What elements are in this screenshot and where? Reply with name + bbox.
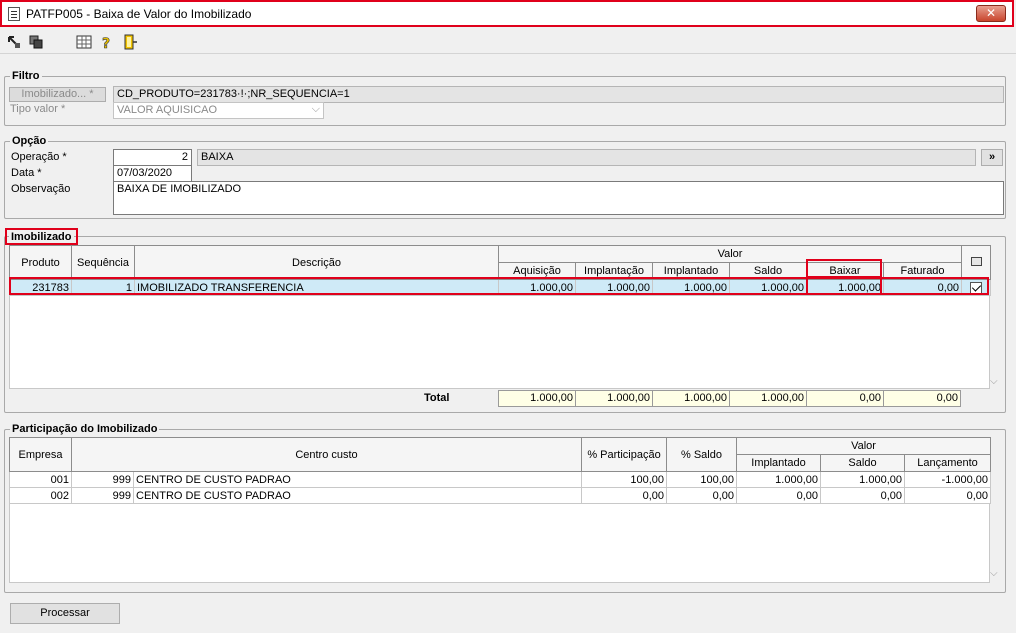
window-title: PATFP005 - Baixa de Valor do Imobilizado	[26, 7, 252, 21]
col-produto[interactable]: Produto	[9, 245, 72, 280]
operacao-code-field[interactable]: 2	[113, 149, 192, 166]
total-implantado: 1.000,00	[652, 390, 730, 407]
col-centro-custo[interactable]: Centro custo	[71, 437, 582, 472]
cell-descricao[interactable]: IMOBILIZADO TRANSFERENCIA	[134, 279, 499, 296]
col-empresa[interactable]: Empresa	[9, 437, 72, 472]
col-baixar[interactable]: Baixar	[806, 262, 884, 280]
cell-produto[interactable]: 231783	[9, 279, 72, 296]
cell-participacao[interactable]: 0,00	[581, 487, 667, 504]
cell-implantado[interactable]: 1.000,00	[652, 279, 730, 296]
chevron-down-icon: ⌵	[311, 103, 320, 115]
opcao-label: Opção	[10, 134, 49, 148]
window-title-bar: PATFP005 - Baixa de Valor do Imobilizado…	[0, 0, 1014, 27]
arrow-icon[interactable]	[6, 34, 22, 50]
col-sequencia[interactable]: Sequência	[71, 245, 135, 280]
cell-implantado[interactable]: 0,00	[736, 487, 821, 504]
imobilizado-button[interactable]: Imobilizado... *	[9, 87, 106, 102]
row-checkbox[interactable]	[970, 281, 983, 294]
col-select[interactable]	[961, 245, 992, 280]
col-lancamento[interactable]: Lançamento	[903, 454, 992, 472]
imobilizado-filter-field[interactable]: CD_PRODUTO=231783·!·;NR_SEQUENCIA=1	[113, 86, 1004, 103]
cell-cc-desc[interactable]: CENTRO DE CUSTO PADRAO	[133, 487, 582, 504]
table-row[interactable]: 231783 1 IMOBILIZADO TRANSFERENCIA 1.000…	[9, 279, 992, 296]
cell-lancamento[interactable]: 0,00	[903, 487, 992, 504]
tipo-valor-label: Tipo valor *	[10, 103, 66, 115]
col-implantado[interactable]: Implantado	[652, 262, 730, 280]
col-implantacao[interactable]: Implantação	[575, 262, 653, 280]
participacao-label: Participação do Imobilizado	[10, 422, 160, 436]
total-baixar: 0,00	[806, 390, 884, 407]
table-row[interactable]: 002 999 CENTRO DE CUSTO PADRAO 0,00 0,00…	[9, 487, 992, 504]
cell-participacao[interactable]: 100,00	[581, 471, 667, 488]
operacao-lookup-button[interactable]: »	[981, 149, 1003, 166]
observacao-textarea[interactable]: BAIXA DE IMOBILIZADO	[113, 181, 1004, 215]
total-label: Total	[424, 392, 450, 404]
col-saldo[interactable]: Saldo	[729, 262, 807, 280]
cell-implantacao[interactable]: 1.000,00	[575, 279, 653, 296]
col-group-valor: Valor	[497, 245, 963, 263]
imobilizado-grid: Produto Sequência Descrição Valor Aquisi…	[9, 245, 992, 296]
cell-select[interactable]	[961, 279, 992, 296]
copy-icon[interactable]	[28, 34, 44, 50]
col-group-valor-2: Valor	[735, 437, 992, 455]
data-label: Data *	[11, 167, 42, 179]
col-saldo-2[interactable]: Saldo	[820, 454, 905, 472]
total-faturado: 0,00	[883, 390, 961, 407]
total-aquisicao: 1.000,00	[498, 390, 576, 407]
cell-sequencia[interactable]: 1	[71, 279, 135, 296]
cell-saldo[interactable]: 0,00	[820, 487, 905, 504]
participacao-grid: Empresa Centro custo % Participação % Sa…	[9, 437, 992, 504]
cell-baixar[interactable]: 1.000,00	[806, 279, 884, 296]
cell-cc-code[interactable]: 999	[71, 471, 134, 488]
cell-cc-desc[interactable]: CENTRO DE CUSTO PADRAO	[133, 471, 582, 488]
tipo-valor-select[interactable]: VALOR AQUISICAO ⌵	[113, 102, 324, 119]
cell-faturado[interactable]: 0,00	[882, 279, 963, 296]
col-aquisicao[interactable]: Aquisição	[498, 262, 576, 280]
exit-icon[interactable]	[122, 34, 138, 50]
scroll-down-icon[interactable]: ⌵	[990, 376, 998, 387]
cell-lancamento[interactable]: -1.000,00	[903, 471, 992, 488]
col-saldo-pct[interactable]: % Saldo	[666, 437, 737, 472]
svg-text:?: ?	[102, 36, 110, 50]
help-icon[interactable]: ?	[98, 34, 114, 50]
document-icon	[8, 7, 20, 21]
select-all-icon[interactable]	[970, 256, 982, 266]
col-descricao[interactable]: Descrição	[134, 245, 499, 280]
col-faturado[interactable]: Faturado	[882, 262, 963, 280]
toolbar: ?	[0, 28, 1016, 54]
scroll-down-icon[interactable]: ⌵	[990, 568, 998, 579]
imobilizado-label: Imobilizado	[9, 231, 74, 243]
cell-implantado[interactable]: 1.000,00	[736, 471, 821, 488]
tipo-valor-value: VALOR AQUISICAO	[117, 104, 218, 116]
cell-cc-code[interactable]: 999	[71, 487, 134, 504]
cell-saldo-pct[interactable]: 0,00	[666, 487, 737, 504]
filtro-label: Filtro	[10, 69, 42, 83]
total-saldo: 1.000,00	[729, 390, 807, 407]
close-button[interactable]: ✕	[976, 5, 1006, 22]
observacao-label: Observação	[11, 183, 71, 195]
cell-saldo-pct[interactable]: 100,00	[666, 471, 737, 488]
table-row[interactable]: 001 999 CENTRO DE CUSTO PADRAO 100,00 10…	[9, 471, 992, 488]
cell-empresa[interactable]: 002	[9, 487, 72, 504]
cell-saldo[interactable]: 1.000,00	[820, 471, 905, 488]
operacao-desc-field: BAIXA	[197, 149, 976, 166]
grid-icon[interactable]	[76, 34, 92, 50]
processar-button[interactable]: Processar	[10, 603, 120, 624]
cell-aquisicao[interactable]: 1.000,00	[498, 279, 576, 296]
cell-empresa[interactable]: 001	[9, 471, 72, 488]
operacao-label: Operação *	[11, 151, 67, 163]
col-implantado-2[interactable]: Implantado	[736, 454, 821, 472]
col-participacao[interactable]: % Participação	[581, 437, 667, 472]
total-implantacao: 1.000,00	[575, 390, 653, 407]
data-field[interactable]: 07/03/2020	[113, 165, 192, 182]
cell-saldo[interactable]: 1.000,00	[729, 279, 807, 296]
